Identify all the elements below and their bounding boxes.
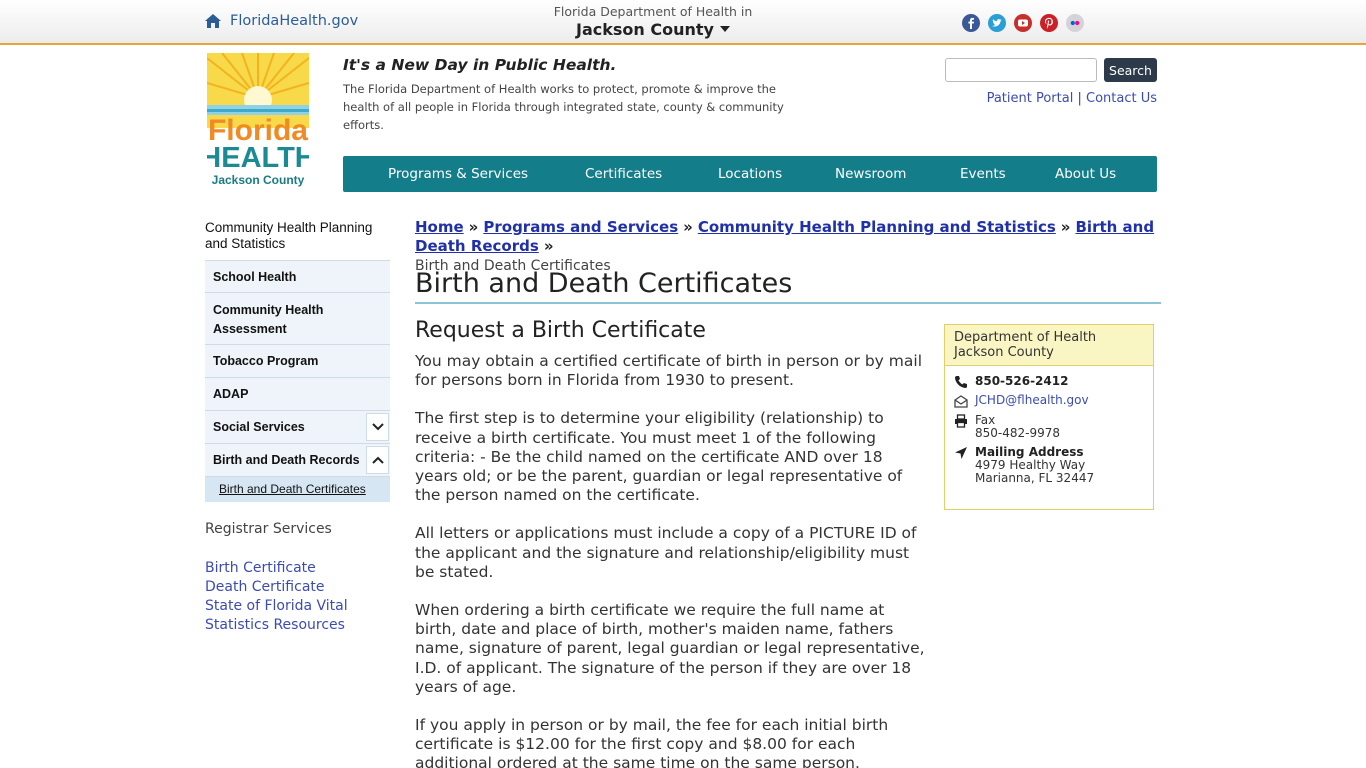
contact-us-link[interactable]: Contact Us <box>1086 91 1157 106</box>
contact-email: JCHD@flhealth.gov <box>954 393 1089 408</box>
util-separator: | <box>1077 91 1082 106</box>
florida-health-logo[interactable]: Florida HEALTH Jackson County <box>207 53 309 188</box>
contact-heading: Department of Health Jackson County <box>945 325 1153 366</box>
sidebar-item-adap[interactable]: ADAP <box>205 378 390 411</box>
address-line1: 4979 Healthy Way <box>975 458 1086 472</box>
contact-address: Mailing Address 4979 Healthy Way Mariann… <box>954 446 1094 485</box>
contact-fax: Fax 850-482-9978 <box>954 414 1060 440</box>
patient-portal-link[interactable]: Patient Portal <box>987 91 1074 106</box>
flickr-icon[interactable] <box>1066 14 1084 32</box>
logo-county-text: Jackson County <box>212 173 305 187</box>
sidebar-item-birth-death-records[interactable]: Birth and Death Records <box>205 444 390 477</box>
nav-certificates[interactable]: Certificates <box>585 156 662 192</box>
sidebar-item-label: Community Health Assessment <box>213 303 324 336</box>
article-body: You may obtain a certified certificate o… <box>415 352 925 768</box>
nav-about-us[interactable]: About Us <box>1055 156 1116 192</box>
location-arrow-icon <box>955 447 967 459</box>
sidebar-item-label: ADAP <box>213 387 249 401</box>
pinterest-icon[interactable] <box>1040 14 1058 32</box>
vital-statistics-link[interactable]: State of Florida Vital Statistics Resour… <box>205 597 355 635</box>
section-title: Request a Birth Certificate <box>415 318 706 343</box>
breadcrumb-separator: » <box>1060 218 1071 236</box>
registrar-heading: Registrar Services <box>205 521 332 537</box>
youtube-icon[interactable] <box>1014 14 1032 32</box>
phone-number[interactable]: 850-526-2412 <box>975 374 1068 388</box>
top-bar: FloridaHealth.gov Florida Department of … <box>0 0 1366 45</box>
nav-programs-services[interactable]: Programs & Services <box>388 156 528 192</box>
fax-number: 850-482-9978 <box>975 426 1061 440</box>
search-button[interactable]: Search <box>1104 58 1157 82</box>
twitter-icon[interactable] <box>988 14 1006 32</box>
sidebar-item-label: Tobacco Program <box>213 354 319 368</box>
chevron-down-icon <box>372 423 384 431</box>
paragraph: The first step is to determine your elig… <box>415 409 903 505</box>
county-name: Jackson County <box>576 20 714 39</box>
breadcrumb-community-health[interactable]: Community Health Planning and Statistics <box>698 218 1056 236</box>
paragraph: All letters or applications must include… <box>415 524 917 581</box>
floridahealth-home-link[interactable]: FloridaHealth.gov <box>205 13 358 29</box>
sidebar-item-label: School Health <box>213 270 297 284</box>
mission-statement: The Florida Department of Health works t… <box>343 82 784 132</box>
paragraph: When ordering a birth certificate we req… <box>415 601 925 696</box>
breadcrumb-programs-services[interactable]: Programs and Services <box>483 218 678 236</box>
paragraph: If you apply in person or by mail, the f… <box>415 716 889 768</box>
sidebar-item-label: Birth and Death Records <box>213 453 360 467</box>
sidebar-item-school-health[interactable]: School Health <box>205 260 390 293</box>
nav-events[interactable]: Events <box>960 156 1006 192</box>
utility-links: Patient Portal | Contact Us <box>987 91 1157 106</box>
sidebar-nav: School Health Community Health Assessmen… <box>205 260 390 502</box>
nav-newsroom[interactable]: Newsroom <box>835 156 906 192</box>
contact-box: Department of Health Jackson County 850-… <box>944 324 1154 510</box>
expand-toggle[interactable] <box>366 413 389 441</box>
death-certificate-link[interactable]: Death Certificate <box>205 578 355 597</box>
printer-icon <box>955 414 967 428</box>
county-selector[interactable]: Florida Department of Health in Jackson … <box>540 4 766 39</box>
main-nav: Programs & Services Certificates Locatio… <box>343 156 1157 192</box>
facebook-icon[interactable] <box>962 14 980 32</box>
breadcrumb-separator: » <box>468 218 479 236</box>
county-prefix: Florida Department of Health in <box>553 4 753 19</box>
home-link-label: FloridaHealth.gov <box>230 13 359 29</box>
contact-phone: 850-526-2412 <box>954 375 1068 388</box>
collapse-toggle[interactable] <box>366 446 389 474</box>
social-links <box>962 14 1084 32</box>
paragraph: You may obtain a certified certificate o… <box>415 352 922 390</box>
nav-locations[interactable]: Locations <box>718 156 782 192</box>
email-link[interactable]: JCHD@flhealth.gov <box>975 393 1089 407</box>
search-input[interactable] <box>945 58 1097 82</box>
address-line2: Marianna, FL 32447 <box>975 471 1095 485</box>
chevron-up-icon <box>372 456 384 464</box>
logo-health-text: HEALTH <box>207 142 309 174</box>
address-label: Mailing Address <box>975 445 1084 459</box>
sidebar-item-community-health-assessment[interactable]: Community Health Assessment <box>205 293 390 345</box>
envelope-icon <box>954 395 968 408</box>
breadcrumb-separator: » <box>683 218 693 236</box>
caret-down-icon <box>719 26 730 32</box>
home-icon <box>205 14 221 28</box>
phone-icon <box>955 376 967 388</box>
tagline: It's a New Day in Public Health. <box>343 56 617 74</box>
sidebar-heading[interactable]: Community Health Planning and Statistics <box>205 220 395 252</box>
breadcrumb-separator: » <box>543 237 554 255</box>
sidebar-subitem-birth-death-certificates[interactable]: Birth and Death Certificates <box>205 477 390 502</box>
registrar-links: Birth Certificate Death Certificate Stat… <box>205 559 355 635</box>
sidebar-item-tobacco-program[interactable]: Tobacco Program <box>205 345 390 378</box>
breadcrumb-home[interactable]: Home <box>415 218 464 236</box>
sidebar-item-social-services[interactable]: Social Services <box>205 411 390 444</box>
sidebar-item-label: Social Services <box>213 420 305 434</box>
birth-certificate-link[interactable]: Birth Certificate <box>205 559 355 578</box>
fax-label: Fax <box>975 413 996 427</box>
page-title: Birth and Death Certificates <box>415 268 1161 304</box>
